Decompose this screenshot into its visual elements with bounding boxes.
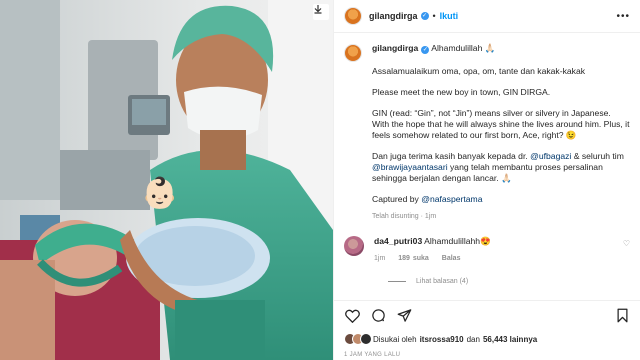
caption-paragraph: Captured by @nafaspertama [372, 194, 630, 205]
author-username[interactable]: gilangdirga [369, 11, 418, 21]
likes-count[interactable]: 56,443 lainnya [483, 335, 537, 344]
mention-link[interactable]: @ufbagazi [530, 151, 571, 161]
caption-paragraph: Dan juga terima kasih banyak kepada dr. … [372, 151, 630, 184]
commenter-username[interactable]: da4_putri03 [374, 236, 422, 246]
caption-text-segment: Captured by [372, 194, 422, 204]
verified-badge-icon: ✓ [421, 46, 430, 54]
comment-item: da4_putri03 Alhamdulillahh😍 1jm 189 suka… [344, 236, 630, 264]
caption-username[interactable]: gilangdirga [372, 43, 418, 53]
comment-bubble-icon[interactable] [370, 308, 386, 324]
post-actions-bar [334, 300, 640, 330]
caption-author-avatar[interactable] [344, 44, 362, 62]
comment-likes[interactable]: 189 suka [398, 255, 429, 262]
likes-prefix: Disukai oleh [373, 334, 417, 344]
comments-area: gilangdirga ✓ Alhamdulillah 🙏🏻 Assalamual… [334, 33, 640, 300]
comment-time: 1jm [374, 255, 386, 262]
share-paper-plane-icon[interactable] [396, 308, 412, 324]
view-replies-label: Lihat balasan (4) [416, 278, 469, 285]
caption-text-segment: & seluruh tim [571, 151, 624, 161]
more-options-icon[interactable]: ••• [616, 11, 630, 22]
instagram-post-modal: 👶🏻 gilangdirga ✓ • Ikuti ••• gilangdirga… [0, 0, 640, 360]
caption-paragraph: Assalamualaikum oma, opa, om, tante dan … [372, 66, 586, 76]
caption-paragraph: Please meet the new boy in town, GIN DIR… [372, 87, 551, 97]
mention-link[interactable]: @nafaspertama [421, 194, 482, 204]
view-replies-button[interactable]: Lihat balasan (4) [388, 276, 630, 287]
edited-timestamp: Telah disunting · 1jm [372, 213, 437, 220]
bookmark-icon[interactable] [614, 308, 630, 324]
likes-summary: Disukai oleh itsrossa910 dan 56,443 lain… [334, 330, 640, 348]
caption-first-line: Alhamdulillah 🙏🏻 [431, 43, 496, 53]
reply-button[interactable]: Balas [442, 255, 461, 262]
mention-link[interactable]: @brawijayaantasari [372, 162, 448, 172]
separator-dot: • [432, 11, 436, 21]
post-details-panel: gilangdirga ✓ • Ikuti ••• gilangdirga ✓ A… [333, 0, 640, 360]
liker-avatars [344, 333, 372, 345]
like-heart-icon[interactable] [344, 308, 360, 324]
caption: gilangdirga ✓ Alhamdulillah 🙏🏻 Assalamual… [344, 43, 630, 222]
comment-like-icon[interactable]: ♡ [620, 238, 630, 264]
replies-divider [388, 281, 406, 282]
post-photo[interactable]: 👶🏻 [0, 0, 333, 360]
author-avatar[interactable] [344, 7, 362, 25]
post-header: gilangdirga ✓ • Ikuti ••• [334, 0, 640, 33]
liked-by-user[interactable]: itsrossa910 [420, 335, 464, 344]
liker-avatar[interactable] [360, 333, 372, 345]
follow-button[interactable]: Ikuti [440, 11, 459, 21]
likes-and: dan [466, 334, 480, 344]
caption-text-segment: Dan juga terima kasih banyak kepada dr. [372, 151, 531, 161]
verified-badge-icon: ✓ [420, 12, 429, 20]
comment-text: Alhamdulillahh😍 [424, 236, 491, 246]
download-icon[interactable] [313, 4, 329, 20]
baby-emoji-sticker: 👶🏻 [141, 176, 179, 211]
comment-meta: 1jm 189 suka Balas [374, 253, 620, 264]
comment-content: da4_putri03 Alhamdulillahh😍 1jm 189 suka… [374, 236, 620, 264]
caption-text: gilangdirga ✓ Alhamdulillah 🙏🏻 Assalamual… [372, 43, 630, 222]
caption-paragraph: GIN (read: “Gin”, not “Jin”) means silve… [372, 108, 630, 140]
commenter-avatar[interactable] [344, 236, 364, 256]
post-time-ago: 1 JAM YANG LALU [344, 352, 401, 358]
